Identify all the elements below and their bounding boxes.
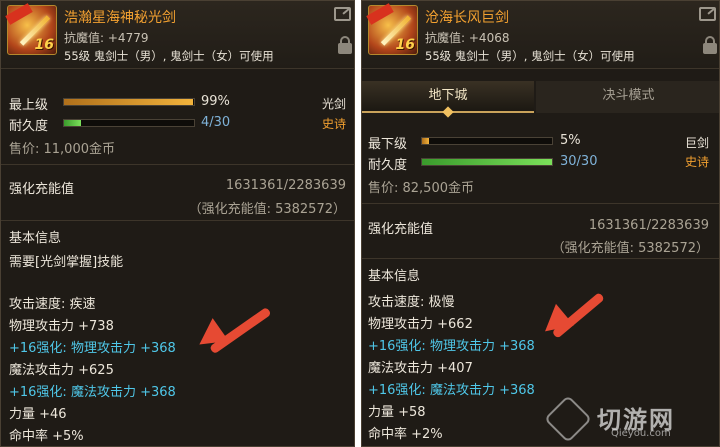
sell-price: 售价: 11,000金币 — [9, 142, 115, 157]
divider — [362, 203, 719, 204]
requirement: 需要[光剑掌握]技能 — [9, 255, 124, 270]
weapon-type: 光剑 — [321, 97, 346, 111]
new-tag-icon — [5, 3, 33, 25]
tab-pvp[interactable]: 决斗模式 — [536, 81, 719, 113]
weapon-type: 巨剑 — [684, 136, 709, 150]
basic-info-title: 基本信息 — [368, 269, 421, 284]
enhance-stat-line: +16强化: 魔法攻击力 +368 — [368, 383, 535, 398]
sell-price: 售价: 82,500金币 — [368, 181, 474, 196]
enhance-stat-line: +16强化: 魔法攻击力 +368 — [9, 385, 176, 400]
enhance-level: 16 — [395, 37, 415, 53]
durability-value: 4/30 — [201, 115, 231, 130]
durability-bar-fill — [64, 120, 81, 126]
stat-line: 魔法攻击力 +407 — [368, 361, 473, 376]
stat-line: 攻击速度: 疾速 — [9, 297, 96, 312]
amp-value: 1631361/2283639 — [225, 178, 346, 193]
rarity: 史诗 — [684, 155, 709, 169]
stat-line: 命中率 +2% — [368, 427, 443, 442]
item-name: 沧海长风巨剑 — [425, 10, 509, 26]
grade-label: 最下级 — [368, 137, 408, 152]
resist-value: +4779 — [107, 31, 149, 45]
tab-dungeon-label: 地下城 — [428, 88, 468, 103]
new-tag-icon — [366, 3, 394, 25]
tooltip-header: 16 沧海长风巨剑 抗魔值: +4068 55级 鬼剑士（男）, 鬼剑士（女）可… — [362, 1, 719, 69]
item-tooltip-left: 16 浩瀚星海神秘光剑 抗魔值: +4779 55级 鬼剑士（男）, 鬼剑士（女… — [0, 0, 355, 447]
usable-classes: 55级 鬼剑士（男）, 鬼剑士（女）可使用 — [425, 49, 635, 63]
divider — [1, 164, 354, 165]
enhance-stat-line: +16强化: 物理攻击力 +368 — [368, 339, 535, 354]
stat-line: 攻击速度: 极慢 — [368, 295, 455, 310]
watermark-logo-icon — [543, 394, 593, 444]
share-icon[interactable] — [334, 7, 351, 21]
durability-bar — [421, 158, 553, 166]
divider — [362, 258, 719, 259]
usable-classes: 55级 鬼剑士（男）, 鬼剑士（女）可使用 — [64, 49, 274, 63]
amp-total: （强化充能值: 5382572） — [551, 241, 709, 256]
amp-label: 强化充能值 — [9, 182, 75, 197]
amp-total: （强化充能值: 5382572） — [188, 202, 346, 217]
amp-label: 强化充能值 — [368, 222, 434, 237]
tooltip-header: 16 浩瀚星海神秘光剑 抗魔值: +4779 55级 鬼剑士（男）, 鬼剑士（女… — [1, 1, 354, 69]
grade-bar — [63, 98, 195, 106]
resist-label: 抗魔值: — [425, 31, 466, 45]
durability-bar-fill — [422, 159, 552, 165]
share-icon[interactable] — [699, 7, 716, 21]
watermark-url: Qieyou.com — [611, 428, 671, 439]
durability-bar — [63, 119, 195, 127]
stat-line: 物理攻击力 +738 — [9, 319, 114, 334]
grade-label: 最上级 — [9, 98, 49, 113]
tab-dungeon[interactable]: 地下城 — [362, 81, 534, 118]
resist-line: 抗魔值: +4068 — [425, 29, 509, 46]
divider — [1, 220, 354, 221]
stat-line: 魔法攻击力 +625 — [9, 363, 114, 378]
grade-percent: 5% — [560, 133, 581, 148]
stat-line: 物理攻击力 +662 — [368, 317, 473, 332]
item-tooltip-right: 16 沧海长风巨剑 抗魔值: +4068 55级 鬼剑士（男）, 鬼剑士（女）可… — [361, 0, 720, 447]
grade-percent: 99% — [201, 94, 230, 109]
resist-label: 抗魔值: — [64, 31, 105, 45]
grade-bar-fill — [422, 138, 429, 144]
durability-label: 耐久度 — [9, 119, 49, 134]
enhance-stat-line: +16强化: 物理攻击力 +368 — [9, 341, 176, 356]
diamond-icon — [442, 106, 454, 118]
stat-line: 力量 +46 — [9, 407, 67, 422]
enhance-level: 16 — [34, 37, 54, 53]
item-icon: 16 — [5, 3, 57, 55]
watermark: 切游网 Qieyou.com — [543, 394, 711, 444]
lock-icon[interactable] — [703, 36, 717, 54]
item-name: 浩瀚星海神秘光剑 — [64, 10, 176, 26]
rarity: 史诗 — [321, 117, 346, 131]
grade-bar-fill — [64, 99, 193, 105]
lock-icon[interactable] — [338, 36, 352, 54]
durability-value: 30/30 — [560, 154, 598, 169]
basic-info-title: 基本信息 — [9, 231, 62, 246]
stat-line: 力量 +58 — [368, 405, 426, 420]
resist-value: +4068 — [468, 31, 510, 45]
amp-value: 1631361/2283639 — [588, 218, 709, 233]
mode-tabs: 地下城 决斗模式 — [362, 81, 719, 118]
item-icon: 16 — [366, 3, 418, 55]
grade-bar — [421, 137, 553, 145]
stat-line: 命中率 +5% — [9, 429, 84, 444]
durability-label: 耐久度 — [368, 158, 408, 173]
resist-line: 抗魔值: +4779 — [64, 29, 148, 46]
